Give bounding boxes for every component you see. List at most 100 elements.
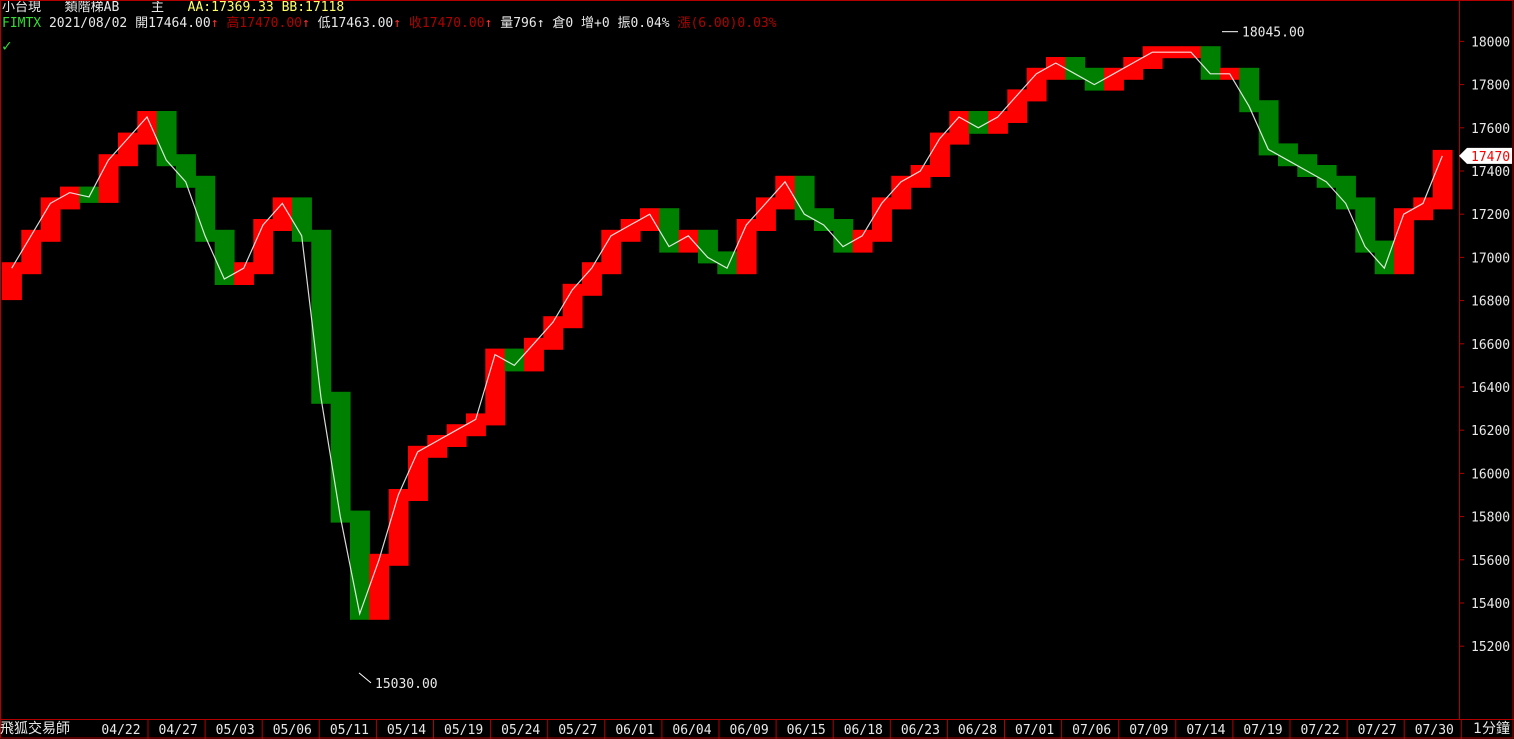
ladder-block [253, 219, 274, 275]
ladder-block [156, 111, 177, 167]
x-tick-label: 07/19 [1243, 723, 1282, 738]
ladder-block [833, 219, 854, 253]
ladder-block [1142, 46, 1163, 69]
y-tick-label: 18000 [1471, 35, 1510, 50]
high-label: 18045.00 [1242, 26, 1305, 41]
ladder-block [562, 283, 583, 329]
y-tick-label: 16200 [1471, 424, 1510, 439]
ladder-block [388, 489, 409, 566]
x-tick-label: 06/01 [615, 723, 654, 738]
ladder-block [852, 229, 873, 253]
ladder-block [1432, 149, 1453, 210]
x-tick-label: 04/27 [159, 723, 198, 738]
ladder-block [620, 219, 641, 242]
y-tick-label: 17800 [1471, 79, 1510, 94]
ladder-block [794, 175, 815, 221]
ladder-block [1297, 154, 1318, 177]
ladder-block [678, 229, 699, 253]
ladder-block [891, 175, 912, 210]
ladder-block [717, 251, 738, 275]
y-tick-label: 16800 [1471, 295, 1510, 310]
x-tick-label: 05/27 [558, 723, 597, 738]
y-tick-label: 15600 [1471, 554, 1510, 569]
y-tick-label: 17000 [1471, 251, 1510, 266]
ladder-block [1355, 197, 1376, 253]
ladder-block [736, 219, 757, 275]
x-tick-label: 05/03 [216, 723, 255, 738]
ladder-block [1374, 240, 1395, 275]
last-price-label: 17470 [1471, 150, 1510, 165]
y-tick-label: 17200 [1471, 208, 1510, 223]
x-tick-label: 06/09 [730, 723, 769, 738]
y-tick-label: 17600 [1471, 122, 1510, 137]
y-tick-label: 17400 [1471, 165, 1510, 180]
ladder-block [311, 229, 332, 404]
ladder-block [1026, 67, 1047, 102]
low-label: 15030.00 [375, 677, 438, 692]
y-tick-label: 16400 [1471, 381, 1510, 396]
x-tick-label: 05/11 [330, 723, 369, 738]
ladder-block [1394, 208, 1414, 275]
x-tick-label: 07/30 [1415, 723, 1454, 738]
ladder-blocks [2, 46, 1453, 620]
price-chart[interactable]: 15200 15400 15600 15800 16000 16200 16400 16600… [0, 0, 1514, 739]
ladder-block [350, 510, 370, 620]
ladder-block [640, 208, 660, 231]
ladder-block [408, 445, 428, 501]
timeframe-selector[interactable]: 1分鐘 [1473, 718, 1510, 738]
ladder-block [910, 165, 931, 188]
x-tick-label: 05/24 [501, 723, 540, 738]
ladder-block [137, 111, 158, 145]
ladder-block [775, 175, 796, 210]
brand-label: 飛狐交易師 [0, 721, 70, 737]
chart-window: 小台現 類階梯AB 主 AA:17369.33 BB:17118 FIMTX 2… [0, 0, 1514, 739]
y-tick-label: 16000 [1471, 467, 1510, 482]
window-border [0, 0, 1514, 739]
ladder-block [1065, 57, 1086, 80]
ladder-block [195, 175, 216, 242]
ladder-block [1413, 197, 1434, 221]
x-tick-label: 07/27 [1358, 723, 1397, 738]
x-tick-label: 07/09 [1129, 723, 1168, 738]
price-line [11, 51, 1443, 617]
ladder-block [1123, 57, 1144, 80]
ladder-block [40, 197, 61, 242]
ladder-block [214, 229, 235, 285]
ladder-block [272, 197, 293, 231]
x-tick-label: 05/19 [444, 723, 483, 738]
x-tick-label: 05/06 [273, 723, 312, 738]
ladder-block [60, 186, 80, 210]
x-tick-label: 06/04 [672, 723, 711, 738]
x-tick-label: 04/22 [101, 723, 140, 738]
x-tick-label: 06/15 [787, 723, 826, 738]
ladder-block [369, 553, 390, 620]
ladder-block [988, 111, 1008, 134]
x-tick-label: 06/23 [901, 723, 940, 738]
ladder-block [1084, 67, 1105, 91]
x-tick-label: 05/14 [387, 723, 426, 738]
x-tick-label: 06/28 [958, 723, 997, 738]
ladder-block [330, 391, 351, 523]
x-tick-label: 06/18 [844, 723, 883, 738]
ladder-block [234, 262, 254, 285]
ladder-block [485, 348, 506, 426]
ladder-block [1316, 165, 1337, 188]
y-tick-label: 15400 [1471, 597, 1510, 612]
x-tick-label: 07/01 [1015, 723, 1054, 738]
ladder-block [1200, 46, 1221, 80]
ladder-block [504, 348, 525, 372]
ladder-block [949, 111, 970, 145]
y-tick-label: 15800 [1471, 511, 1510, 526]
ladder-block [814, 208, 834, 231]
ladder-block [427, 435, 448, 458]
ladder-block [1278, 143, 1298, 167]
ladder-block [698, 229, 718, 264]
ladder-block [1104, 67, 1124, 91]
ladder-block [98, 154, 119, 203]
low-leader [358, 672, 372, 684]
x-tick-label: 07/22 [1301, 723, 1340, 738]
x-tick-label: 07/14 [1186, 723, 1225, 738]
ladder-block [1258, 100, 1279, 156]
y-tick-label: 16600 [1471, 338, 1510, 353]
ladder-block [1046, 57, 1066, 80]
